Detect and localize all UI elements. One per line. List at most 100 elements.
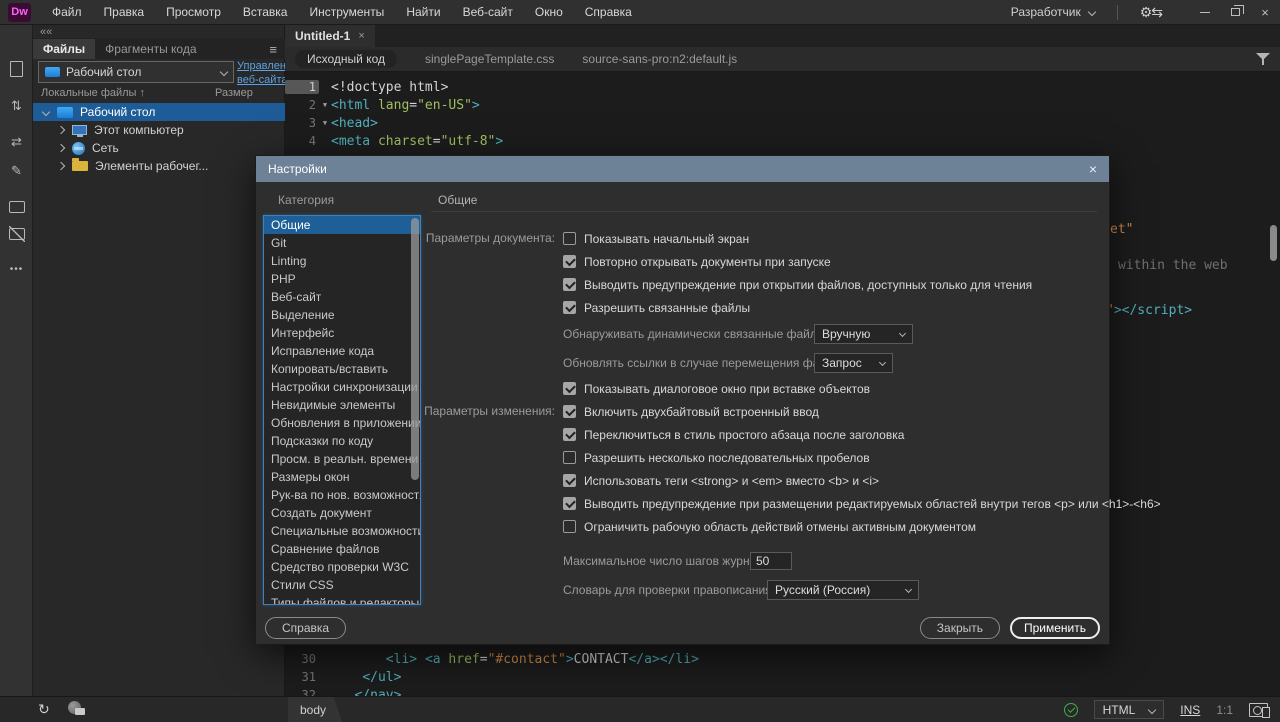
refresh-icon[interactable]: ↻ (38, 701, 50, 718)
document-tab[interactable]: Untitled-1 × (285, 25, 375, 47)
menu-item-Вставка[interactable]: Вставка (232, 0, 299, 25)
category-Невидимые элементы[interactable]: Невидимые элементы (264, 396, 420, 414)
category-Выделение[interactable]: Выделение (264, 306, 420, 324)
comments-disabled-icon[interactable] (0, 223, 33, 245)
category-Просм. в реальн. времени[interactable]: Просм. в реальн. времени (264, 450, 420, 468)
inspect-code-icon[interactable]: ✎ (0, 160, 33, 182)
sync-settings-icon[interactable]: ⚙⇆ (1126, 4, 1176, 21)
fold-arrow-icon[interactable]: ▼ (319, 119, 331, 127)
dialog-title-bar[interactable]: Настройки × (256, 156, 1109, 182)
chevron-down-icon[interactable] (42, 108, 50, 116)
filter-icon[interactable] (1256, 52, 1270, 66)
dreamweaver-logo-icon[interactable]: Dw (8, 3, 31, 22)
checkbox-unchecked[interactable] (563, 451, 576, 464)
menu-item-Найти[interactable]: Найти (395, 0, 451, 25)
category-Linting[interactable]: Linting (264, 252, 420, 270)
menu-item-Инструменты[interactable]: Инструменты (298, 0, 395, 25)
line-number[interactable]: 30 (285, 652, 319, 666)
checkbox-checked[interactable] (563, 474, 576, 487)
tree-item-Рабочий стол[interactable]: Рабочий стол (33, 103, 285, 121)
related-file-singlePageTemplate.css[interactable]: singlePageTemplate.css (425, 52, 554, 66)
checkbox-checked[interactable] (563, 497, 576, 510)
menu-item-Справка[interactable]: Справка (574, 0, 643, 25)
comments-icon[interactable] (0, 196, 33, 218)
device-preview-icon[interactable] (1249, 703, 1268, 717)
more-options-icon[interactable]: ••• (0, 258, 33, 280)
category-Интерфейс[interactable]: Интерфейс (264, 324, 420, 342)
column-local-files[interactable]: Локальные файлы ↑ (41, 87, 145, 99)
line-number[interactable]: 2 (285, 98, 319, 112)
checkbox-unchecked[interactable] (563, 520, 576, 533)
help-button[interactable]: Справка (265, 617, 346, 639)
site-select[interactable]: Рабочий стол (38, 61, 234, 83)
checkbox-checked[interactable] (563, 382, 576, 395)
editor-scrollbar[interactable] (1270, 225, 1277, 261)
dropdown-Запрос[interactable]: Запрос (814, 353, 893, 373)
line-number[interactable]: 1 (285, 80, 319, 94)
collapse-panel-icon[interactable]: «« (40, 26, 52, 38)
insert-mode-indicator[interactable]: INS (1180, 703, 1200, 717)
category-Рук-ва по нов. возможностям[interactable]: Рук-ва по нов. возможностям (264, 486, 420, 504)
menu-item-Правка[interactable]: Правка (93, 0, 156, 25)
category-Создать документ[interactable]: Создать документ (264, 504, 420, 522)
menu-item-Окно[interactable]: Окно (524, 0, 574, 25)
category-PHP[interactable]: PHP (264, 270, 420, 288)
category-Стили CSS[interactable]: Стили CSS (264, 576, 420, 594)
checkbox-checked[interactable] (563, 301, 576, 314)
category-Настройки синхронизации[interactable]: Настройки синхронизации (264, 378, 420, 396)
files-icon[interactable] (0, 58, 33, 80)
category-Типы файлов и редакторы[interactable]: Типы файлов и редакторы (264, 594, 420, 605)
dropdown-Вручную[interactable]: Вручную (814, 324, 913, 344)
checkbox-unchecked[interactable] (563, 232, 576, 245)
tree-item-Элементы рабочег...[interactable]: Элементы рабочег... (33, 157, 285, 175)
line-number[interactable]: 4 (285, 134, 319, 148)
live-refresh-icon[interactable]: ⇄ (0, 131, 33, 153)
doctype-dropdown[interactable]: HTML (1094, 700, 1165, 719)
line-number[interactable]: 31 (285, 670, 319, 684)
line-number[interactable]: 3 (285, 116, 319, 130)
upload-download-icon[interactable]: ⇅ (0, 95, 33, 117)
restore-button[interactable] (1220, 0, 1250, 25)
checkbox-checked[interactable] (563, 428, 576, 441)
menu-item-Просмотр[interactable]: Просмотр (155, 0, 232, 25)
column-size[interactable]: Размер (215, 87, 253, 99)
menu-item-Веб-сайт[interactable]: Веб-сайт (452, 0, 524, 25)
category-Средство проверки W3C[interactable]: Средство проверки W3C (264, 558, 420, 576)
chevron-right-icon[interactable] (57, 126, 65, 134)
dropdown-Русский (Россия)[interactable]: Русский (Россия) (767, 580, 919, 600)
category-Git[interactable]: Git (264, 234, 420, 252)
checkbox-checked[interactable] (563, 278, 576, 291)
panel-menu-icon[interactable]: ≡ (269, 41, 277, 59)
category-Подсказки по коду[interactable]: Подсказки по коду (264, 432, 420, 450)
history-steps-input[interactable]: 50 (750, 552, 792, 570)
apply-button[interactable]: Применить (1010, 617, 1100, 639)
category-Общие[interactable]: Общие (264, 216, 420, 234)
related-file-source[interactable]: Исходный код (295, 50, 397, 68)
category-Копировать/вставить[interactable]: Копировать/вставить (264, 360, 420, 378)
fold-arrow-icon[interactable]: ▼ (319, 101, 331, 109)
panel-tab-Фрагменты кода[interactable]: Фрагменты кода (95, 39, 206, 59)
category-Исправление кода[interactable]: Исправление кода (264, 342, 420, 360)
category-Обновления в приложении[interactable]: Обновления в приложении (264, 414, 420, 432)
category-Сравнение файлов[interactable]: Сравнение файлов (264, 540, 420, 558)
minimize-button[interactable] (1190, 0, 1220, 25)
dialog-close-icon[interactable]: × (1089, 161, 1097, 177)
close-button[interactable]: × (1250, 0, 1280, 25)
category-Специальные возможности[interactable]: Специальные возможности (264, 522, 420, 540)
category-Веб-сайт[interactable]: Веб-сайт (264, 288, 420, 306)
category-Размеры окон[interactable]: Размеры окон (264, 468, 420, 486)
chevron-right-icon[interactable] (57, 144, 65, 152)
checkbox-checked[interactable] (563, 405, 576, 418)
category-scrollbar[interactable] (411, 218, 419, 480)
workspace-switcher[interactable]: Разработчик (997, 5, 1109, 19)
line-number[interactable]: 32 (285, 688, 319, 696)
tree-item-Сеть[interactable]: Сеть (33, 139, 285, 157)
close-dialog-button[interactable]: Закрыть (920, 617, 1000, 639)
checkbox-checked[interactable] (563, 255, 576, 268)
tree-item-Этот компьютер[interactable]: Этот компьютер (33, 121, 285, 139)
related-file-source-sans-pro:n2:default.js[interactable]: source-sans-pro:n2:default.js (582, 52, 737, 66)
chevron-right-icon[interactable] (57, 162, 65, 170)
panel-tab-Файлы[interactable]: Файлы (33, 39, 95, 59)
tag-selector-body[interactable]: body (288, 697, 342, 722)
menu-item-Файл[interactable]: Файл (41, 0, 93, 25)
